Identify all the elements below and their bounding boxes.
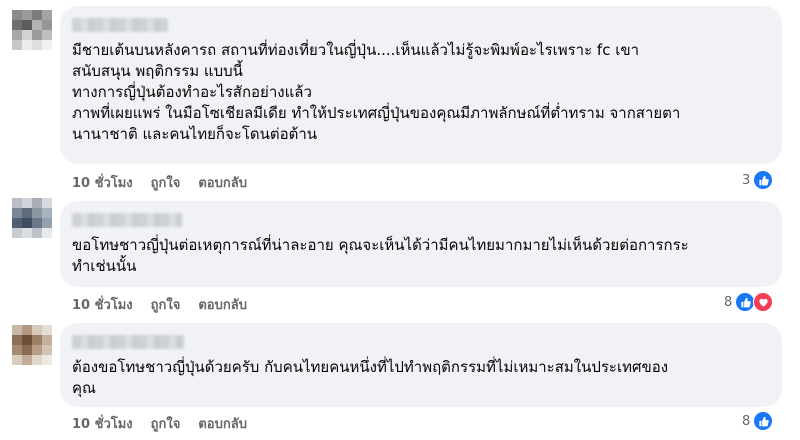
comment-actions: 10 ชั่วโมง ถูกใจ ตอบกลับ <box>72 294 247 315</box>
avatar[interactable] <box>12 10 52 50</box>
comment-text-line: ขอโทษชาวญี่ปุ่นต่อเหตุการณ์ที่น่าละอาย ค… <box>72 236 689 254</box>
reaction-count: 8 <box>742 413 751 429</box>
like-button[interactable]: ถูกใจ <box>151 172 181 193</box>
like-button[interactable]: ถูกใจ <box>151 294 181 315</box>
love-icon <box>753 292 774 312</box>
comment-bubble: ต้องขอโทษชาวญี่ปุ่นด้วยครับ กับคนไทยคนหน… <box>60 323 782 407</box>
reply-button[interactable]: ตอบกลับ <box>198 294 247 315</box>
like-icon <box>735 292 756 312</box>
reaction-count: 8 <box>724 294 733 310</box>
timestamp-link[interactable]: 10 ชั่วโมง <box>72 413 133 434</box>
comment-text-line: ทำเช่นนั้น <box>72 257 137 275</box>
comment-actions: 10 ชั่วโมง ถูกใจ ตอบกลับ <box>72 413 247 434</box>
comment-text-line: ภาพที่เผยแพร่ ในมือโซเชียลมีเดีย ทำให้ปร… <box>72 104 681 122</box>
comment-text-line: มีชายเต้นบนหลังคารถ สถานที่ท่องเที่ยวในญ… <box>72 41 640 59</box>
comment-text-line: ทางการญี่ปุ่นต้องทำอะไรสักอย่างแล้ว <box>72 83 312 101</box>
comment-actions: 10 ชั่วโมง ถูกใจ ตอบกลับ <box>72 172 247 193</box>
comment-text-line: สนับสนุน พฤติกรรม แบบนี้ <box>72 62 243 80</box>
comment-text-line: คุณ <box>72 379 96 397</box>
like-icon <box>753 411 774 431</box>
comment-text-line: ต้องขอโทษชาวญี่ปุ่นด้วยครับ กับคนไทยคนหน… <box>72 358 669 376</box>
comment-bubble: ขอโทษชาวญี่ปุ่นต่อเหตุการณ์ที่น่าละอาย ค… <box>60 201 782 287</box>
timestamp-link[interactable]: 10 ชั่วโมง <box>72 172 133 193</box>
reaction-summary[interactable]: 3 <box>742 170 774 190</box>
reaction-summary[interactable]: 8 <box>724 292 774 312</box>
like-button[interactable]: ถูกใจ <box>151 413 181 434</box>
avatar[interactable] <box>12 198 52 238</box>
comment-text-line: นานาชาติ และคนไทยก็จะโดนต่อต้าน <box>72 125 318 143</box>
comment-bubble: มีชายเต้นบนหลังคารถ สถานที่ท่องเที่ยวในญ… <box>60 6 782 164</box>
reaction-summary[interactable]: 8 <box>742 411 774 431</box>
like-icon <box>753 170 774 190</box>
reply-button[interactable]: ตอบกลับ <box>198 413 247 434</box>
author-name-blurred[interactable] <box>72 213 182 227</box>
author-name-blurred[interactable] <box>72 335 184 349</box>
reply-button[interactable]: ตอบกลับ <box>198 172 247 193</box>
timestamp-link[interactable]: 10 ชั่วโมง <box>72 294 133 315</box>
avatar[interactable] <box>12 325 52 365</box>
author-name-blurred[interactable] <box>72 18 168 32</box>
reaction-count: 3 <box>742 172 751 188</box>
